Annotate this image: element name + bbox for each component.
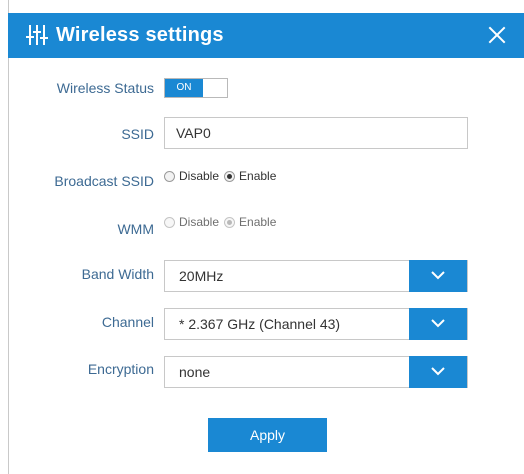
wmm-disable-radio[interactable] bbox=[164, 216, 175, 228]
wireless-status-label: Wireless Status bbox=[56, 80, 154, 96]
band-width-label: Band Width bbox=[81, 266, 154, 282]
wmm-label: WMM bbox=[117, 221, 154, 237]
broadcast-ssid-disable-label: Disable bbox=[179, 169, 220, 183]
broadcast-ssid-enable-label: Enable bbox=[239, 169, 277, 183]
close-icon[interactable] bbox=[486, 24, 508, 46]
wmm-disable-label: Disable bbox=[179, 215, 220, 229]
band-width-value: 20MHz bbox=[179, 268, 224, 284]
wmm-enable-radio[interactable] bbox=[224, 216, 236, 228]
chevron-down-icon[interactable] bbox=[409, 356, 467, 388]
encryption-label: Encryption bbox=[87, 361, 154, 377]
chevron-down-icon[interactable] bbox=[409, 308, 467, 340]
wmm-radio-group: Disable Enable bbox=[164, 213, 281, 231]
broadcast-ssid-enable-radio[interactable] bbox=[224, 170, 236, 182]
chevron-down-icon[interactable] bbox=[409, 260, 467, 292]
broadcast-ssid-disable-radio[interactable] bbox=[164, 170, 175, 182]
encryption-value: none bbox=[179, 364, 211, 380]
apply-button[interactable]: Apply bbox=[208, 418, 327, 452]
channel-select[interactable]: * 2.367 GHz (Channel 43) bbox=[164, 308, 468, 340]
wireless-status-toggle[interactable]: ON bbox=[164, 78, 228, 98]
wmm-enable-label: Enable bbox=[239, 215, 277, 229]
sliders-icon bbox=[26, 24, 48, 46]
channel-label: Channel bbox=[101, 314, 154, 330]
dialog-title: Wireless settings bbox=[56, 24, 224, 46]
ssid-label: SSID bbox=[121, 126, 154, 142]
dialog-titlebar: Wireless settings bbox=[8, 13, 524, 58]
channel-value: * 2.367 GHz (Channel 43) bbox=[179, 316, 341, 332]
toggle-on-label: ON bbox=[165, 79, 203, 97]
broadcast-ssid-label: Broadcast SSID bbox=[54, 173, 154, 189]
encryption-select[interactable]: none bbox=[164, 356, 468, 388]
broadcast-ssid-radio-group: Disable Enable bbox=[164, 167, 281, 185]
ssid-input[interactable]: VAP0 bbox=[164, 117, 468, 149]
band-width-select[interactable]: 20MHz bbox=[164, 260, 468, 292]
